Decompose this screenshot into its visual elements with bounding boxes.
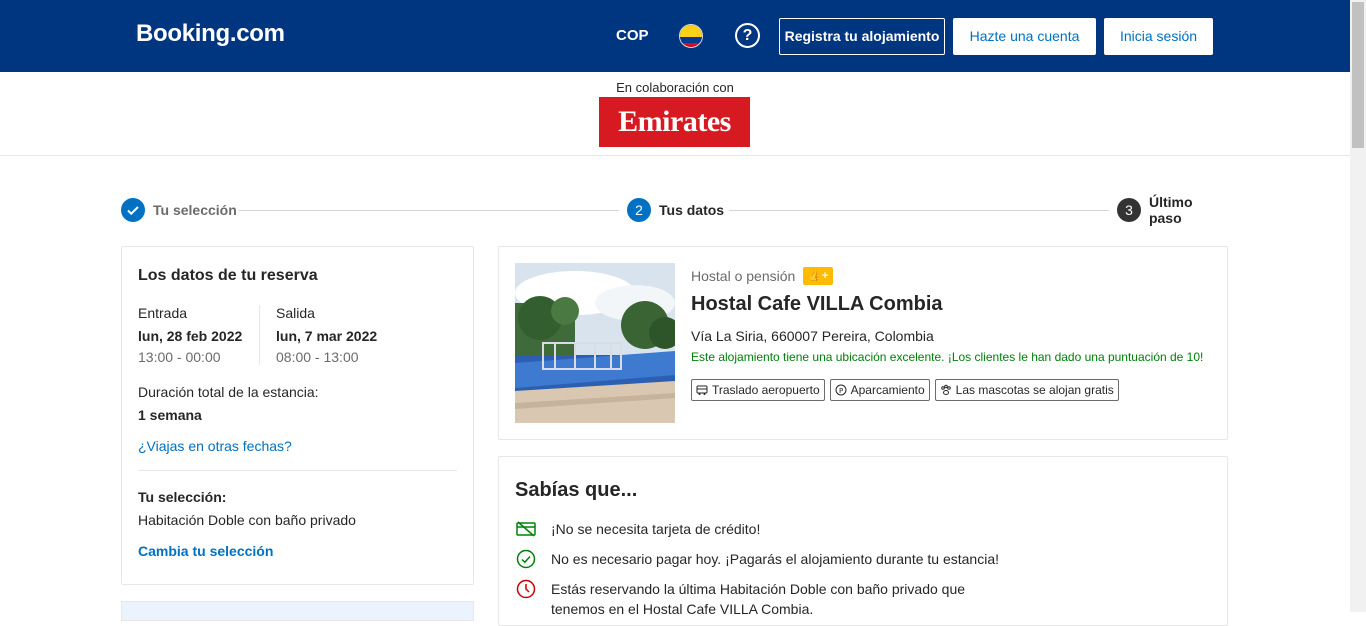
selected-room: Habitación Doble con baño privado [138,512,356,528]
check-circle-icon [515,549,537,569]
login-button[interactable]: Inicia sesión [1104,18,1213,55]
facility-label: Las mascotas se alojan gratis [955,383,1114,397]
duration-label: Duración total de la estancia: [138,384,319,400]
did-you-know-card: Sabías que... ¡No se necesita tarjeta de… [498,456,1228,626]
summary-title: Los datos de tu reserva [138,267,318,284]
facility-label: Aparcamiento [850,383,925,397]
other-dates-link[interactable]: ¿Viajas en otras fechas? [138,438,457,454]
booking-logo[interactable]: Booking.com [136,20,285,48]
step-final: 3 Último paso [1117,194,1229,226]
booking-summary-card: Los datos de tu reserva Entrada lun, 28 … [121,246,474,585]
location-score-note: Este alojamiento tiene una ubicación exc… [691,350,1204,364]
top-header: Booking.com COP ? Registra tu alojamient… [0,0,1350,72]
checkout-date: lun, 7 mar 2022 [276,328,378,344]
checkin-date: lun, 28 feb 2022 [138,328,243,344]
did-you-know-title: Sabías que... [515,479,638,501]
preferred-partner-icon: 👍+ [803,267,834,285]
checkin-label: Entrada [138,305,188,321]
divider [138,470,457,471]
facility-tag: P Aparcamiento [829,379,930,401]
change-selection-link[interactable]: Cambia tu selección [138,543,457,559]
checkout-column: Salida lun, 7 mar 2022 08:00 - 13:00 [260,305,377,365]
property-name: Hostal Cafe VILLA Combia [691,293,943,315]
info-item: No es necesario pagar hoy. ¡Pagarás el a… [515,549,1211,569]
svg-text:P: P [839,387,843,395]
step-selection[interactable]: Tu selección [121,198,237,222]
price-summary-card [121,601,474,621]
property-photo[interactable] [515,263,675,423]
info-item: Estás reservando la última Habitación Do… [515,579,1211,619]
facility-label: Traslado aeropuerto [712,383,820,397]
facility-tag: Traslado aeropuerto [691,379,825,401]
step-label: Último paso [1148,194,1193,226]
facility-tag: Las mascotas se alojan gratis [934,379,1119,401]
page-scrollbar[interactable] [1350,0,1366,612]
step-number: 2 [627,198,651,222]
scrollbar-thumb[interactable] [1352,2,1364,148]
paw-icon [940,384,951,395]
step-label: Tus datos [659,202,725,218]
step-details: 2 Tus datos [627,198,725,222]
no-credit-card-icon [515,519,537,539]
stay-dates: Entrada lun, 28 feb 2022 13:00 - 00:00 S… [138,305,457,365]
partner-caption: En colaboración con [616,80,734,95]
info-item: ¡No se necesita tarjeta de crédito! [515,519,1211,539]
info-text: Estás reservando la última Habitación Do… [551,581,966,617]
step-label: Tu selección [153,202,237,218]
selection-label: Tu selección: [138,489,227,505]
emirates-logo: Emirates [599,97,750,147]
colombia-flag-icon[interactable] [679,24,703,48]
shuttle-icon [696,385,708,395]
property-type-label: Hostal o pensión [691,268,796,284]
info-text: ¡No se necesita tarjeta de crédito! [551,521,761,537]
duration-value: 1 semana [138,407,202,423]
progress-line [239,210,619,211]
register-property-button[interactable]: Registra tu alojamiento [779,18,945,55]
check-icon [121,198,145,222]
checkin-column: Entrada lun, 28 feb 2022 13:00 - 00:00 [138,305,260,365]
step-number: 3 [1117,198,1141,222]
parking-icon: P [835,384,847,396]
booking-progress: Tu selección 2 Tus datos 3 Último paso [121,194,1229,226]
property-type: Hostal o pensión 👍+ [691,267,1203,285]
checkout-time: 08:00 - 13:00 [276,349,359,365]
info-text: No es necesario pagar hoy. ¡Pagarás el a… [551,551,1000,567]
help-icon[interactable]: ? [735,23,760,48]
facility-tags: Traslado aeropuerto P Aparcamiento Las m… [691,379,1203,401]
progress-line [729,210,1109,211]
clock-icon [515,579,537,599]
property-address: Vía La Siria, 660007 Pereira, Colombia [691,328,934,344]
currency-selector[interactable]: COP [616,27,649,44]
property-info: Hostal o pensión 👍+ Hostal Cafe VILLA Co… [691,267,1203,401]
partner-banner: En colaboración con Emirates [0,72,1350,156]
checkout-label: Salida [276,305,315,321]
checkin-time: 13:00 - 00:00 [138,349,221,365]
create-account-button[interactable]: Hazte una cuenta [953,18,1096,55]
property-card: Hostal o pensión 👍+ Hostal Cafe VILLA Co… [498,246,1228,440]
